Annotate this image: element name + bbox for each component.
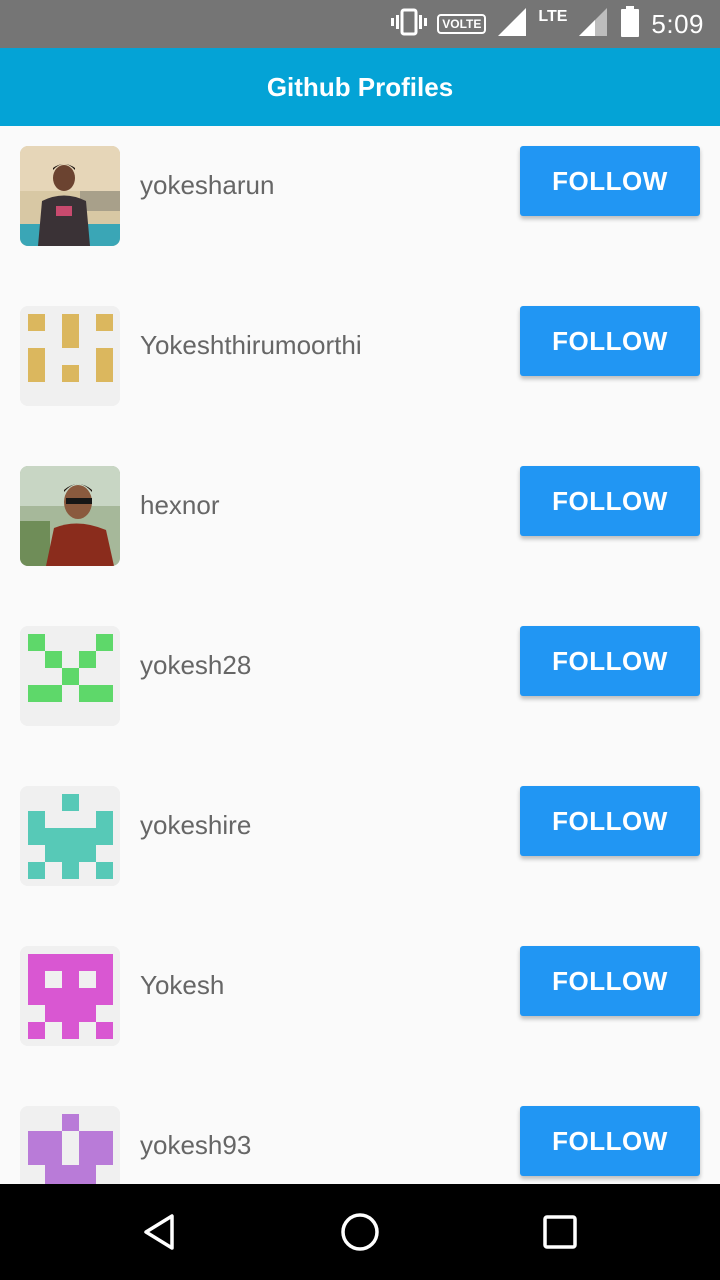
avatar <box>20 306 120 406</box>
avatar <box>20 1106 120 1184</box>
app-bar: Github Profiles <box>0 48 720 126</box>
clock: 5:09 <box>651 8 704 39</box>
follow-button[interactable]: FOLLOW <box>520 626 700 696</box>
username: hexnor <box>140 490 220 520</box>
volte-badge: VOLTE <box>437 14 487 34</box>
list-item[interactable]: yokesharun FOLLOW <box>0 126 720 286</box>
avatar <box>20 946 120 1046</box>
list-item[interactable]: yokesh93 FOLLOW <box>0 1086 720 1184</box>
avatar <box>20 626 120 726</box>
vibrate-icon <box>391 7 428 41</box>
app-title: Github Profiles <box>266 71 454 102</box>
list-item[interactable]: Yokesh FOLLOW <box>0 926 720 1086</box>
list-item[interactable]: Yokeshthirumoorthi FOLLOW <box>0 286 720 446</box>
signal-icon <box>496 6 528 42</box>
username: Yokesh <box>140 970 225 1000</box>
back-icon[interactable] <box>136 1208 184 1256</box>
follow-button[interactable]: FOLLOW <box>520 946 700 1016</box>
follow-button[interactable]: FOLLOW <box>520 786 700 856</box>
list-item[interactable]: hexnor FOLLOW <box>0 446 720 606</box>
lte-label: LTE <box>538 8 568 25</box>
username: yokesh93 <box>140 1130 252 1160</box>
username: yokesharun <box>140 170 275 200</box>
avatar <box>20 786 120 886</box>
battery-icon <box>619 6 641 42</box>
username: yokeshire <box>140 810 252 840</box>
avatar <box>20 466 120 566</box>
list-item[interactable]: yokesh28 FOLLOW <box>0 606 720 766</box>
username: Yokeshthirumoorthi <box>140 330 362 360</box>
navigation-bar <box>0 1184 720 1280</box>
recents-icon[interactable] <box>536 1208 584 1256</box>
follow-button[interactable]: FOLLOW <box>520 466 700 536</box>
follow-button[interactable]: FOLLOW <box>520 146 700 216</box>
profile-list[interactable]: yokesharun FOLLOW Yokeshthirumoorthi FOL… <box>0 126 720 1184</box>
list-item[interactable]: yokeshire FOLLOW <box>0 766 720 926</box>
status-bar: VOLTE LTE 5:09 <box>0 0 720 48</box>
follow-button[interactable]: FOLLOW <box>520 1106 700 1176</box>
follow-button[interactable]: FOLLOW <box>520 306 700 376</box>
home-icon[interactable] <box>336 1208 384 1256</box>
avatar <box>20 146 120 246</box>
signal-weak-icon <box>577 6 609 42</box>
username: yokesh28 <box>140 650 252 680</box>
